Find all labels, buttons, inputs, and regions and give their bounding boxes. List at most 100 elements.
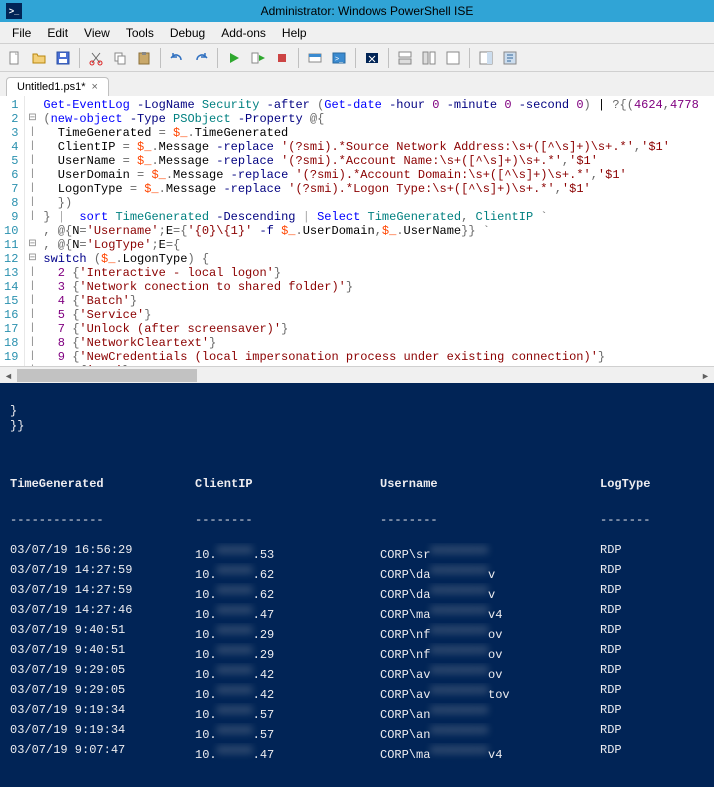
code-line[interactable]: 7 {'Unlock (after screensaver)'} [43,322,710,336]
code-line[interactable]: UserDomain = $_.Message -replace '(?smi)… [43,168,710,182]
code-line[interactable]: 2 {'Interactive - local logon'} [43,266,710,280]
scroll-right-icon[interactable]: ► [697,367,714,384]
line-number: 6 [4,168,18,182]
undo-button[interactable] [166,47,188,69]
fold-marker: | [25,280,39,294]
menu-edit[interactable]: Edit [39,24,76,42]
line-number: 13 [4,266,18,280]
save-button[interactable] [52,47,74,69]
code-area[interactable]: Get-EventLog -LogName Security -after (G… [39,96,714,366]
script-tab[interactable]: Untitled1.ps1* × [6,77,109,96]
open-file-button[interactable] [28,47,50,69]
header-logtype: LogType [600,477,680,492]
script-editor[interactable]: 1234567891011121314151617181920212223 ⊟|… [0,96,714,366]
console-pane[interactable]: } }} TimeGenerated ClientIP Username Log… [0,383,714,787]
line-number: 3 [4,126,18,140]
run-selection-button[interactable] [247,47,269,69]
code-line[interactable]: Get-EventLog -LogName Security -after (G… [43,98,710,112]
show-script-right-button[interactable] [418,47,440,69]
console-divider: ------------------------------------ [10,513,704,528]
show-command-addon-button[interactable] [475,47,497,69]
code-line[interactable]: ClientIP = $_.Message -replace '(?smi).*… [43,140,710,154]
fold-marker [25,224,39,238]
run-script-button[interactable] [223,47,245,69]
menu-view[interactable]: View [76,24,118,42]
menu-bar: File Edit View Tools Debug Add-ons Help [0,22,714,44]
toolbar-separator [160,48,161,68]
stop-button[interactable] [271,47,293,69]
show-script-max-button[interactable] [442,47,464,69]
menu-help[interactable]: Help [274,24,315,42]
new-remote-tab-button[interactable] [304,47,326,69]
console-row: 03/07/19 16:56:2910.xxxxx.53CORP\srxxxxx… [10,543,704,563]
fold-marker: | [25,308,39,322]
fold-marker: | [25,168,39,182]
code-line[interactable]: TimeGenerated = $_.TimeGenerated [43,126,710,140]
cut-button[interactable] [85,47,107,69]
code-line[interactable]: 9 {'NewCredentials (local impersonation … [43,350,710,364]
tab-strip: Untitled1.ps1* × [0,72,714,96]
console-header-row: TimeGenerated ClientIP Username LogType [10,477,704,492]
console-row: 03/07/19 9:19:3410.xxxxx.57CORP\anxxxxxx… [10,723,704,743]
menu-addons[interactable]: Add-ons [213,24,274,42]
toolbar-separator [298,48,299,68]
line-number: 17 [4,322,18,336]
fold-marker: | [25,336,39,350]
tab-label: Untitled1.ps1* [17,81,86,93]
fold-marker: | [25,126,39,140]
fold-marker [25,98,39,112]
scroll-left-icon[interactable]: ◄ [0,367,17,384]
fold-column[interactable]: ⊟|||||||⊟⊟|||||||||| [25,96,39,366]
show-command-window-button[interactable] [499,47,521,69]
editor-horizontal-scrollbar[interactable]: ◄ ► [0,366,714,383]
scrollbar-thumb[interactable] [17,369,197,382]
menu-debug[interactable]: Debug [162,24,213,42]
code-line[interactable]: LogonType = $_.Message -replace '(?smi).… [43,182,710,196]
fold-marker[interactable]: ⊟ [25,112,39,126]
console-row: 03/07/19 9:07:4710.xxxxx.47CORP\maxxxxxx… [10,743,704,763]
line-number: 2 [4,112,18,126]
console-preamble: } }} [10,404,704,434]
console-row: 03/07/19 14:27:5910.xxxxx.62CORP\daxxxxx… [10,583,704,603]
code-line[interactable]: (new-object -Type PSObject -Property @{ [43,112,710,126]
close-icon[interactable]: × [92,81,98,93]
line-number: 7 [4,182,18,196]
copy-button[interactable] [109,47,131,69]
code-line[interactable]: }) [43,196,710,210]
code-line[interactable]: 5 {'Service'} [43,308,710,322]
clear-console-button[interactable] [361,47,383,69]
line-number-gutter: 1234567891011121314151617181920212223 [0,96,25,366]
code-line[interactable]: , @{N='Username';E={'{0}\{1}' -f $_.User… [43,224,710,238]
redo-button[interactable] [190,47,212,69]
code-line[interactable]: 3 {'Network conection to shared folder)'… [43,280,710,294]
line-number: 14 [4,280,18,294]
title-bar: >_ Administrator: Windows PowerShell ISE [0,0,714,22]
line-number: 11 [4,238,18,252]
window-title: Administrator: Windows PowerShell ISE [26,4,708,18]
menu-file[interactable]: File [4,24,39,42]
menu-tools[interactable]: Tools [118,24,162,42]
line-number: 15 [4,294,18,308]
fold-marker[interactable]: ⊟ [25,252,39,266]
console-row: 03/07/19 14:27:5910.xxxxx.62CORP\daxxxxx… [10,563,704,583]
line-number: 9 [4,210,18,224]
new-file-button[interactable] [4,47,26,69]
code-line[interactable]: switch ($_.LogonType) { [43,252,710,266]
start-powershell-button[interactable]: >_ [328,47,350,69]
code-line[interactable]: 8 {'NetworkCleartext'} [43,336,710,350]
line-number: 16 [4,308,18,322]
code-line[interactable]: , @{N='LogType';E={ [43,238,710,252]
fold-marker: | [25,196,39,210]
fold-marker[interactable]: ⊟ [25,238,39,252]
fold-marker: | [25,294,39,308]
show-script-top-button[interactable] [394,47,416,69]
svg-text:>_: >_ [335,56,343,63]
console-row: 03/07/19 9:40:5110.xxxxx.29CORP\nfxxxxxx… [10,643,704,663]
paste-button[interactable] [133,47,155,69]
code-line[interactable]: UserName = $_.Message -replace '(?smi).*… [43,154,710,168]
fold-marker: | [25,140,39,154]
line-number: 4 [4,140,18,154]
code-line[interactable]: 4 {'Batch'} [43,294,710,308]
code-line[interactable]: } | sort TimeGenerated -Descending | Sel… [43,210,710,224]
line-number: 12 [4,252,18,266]
